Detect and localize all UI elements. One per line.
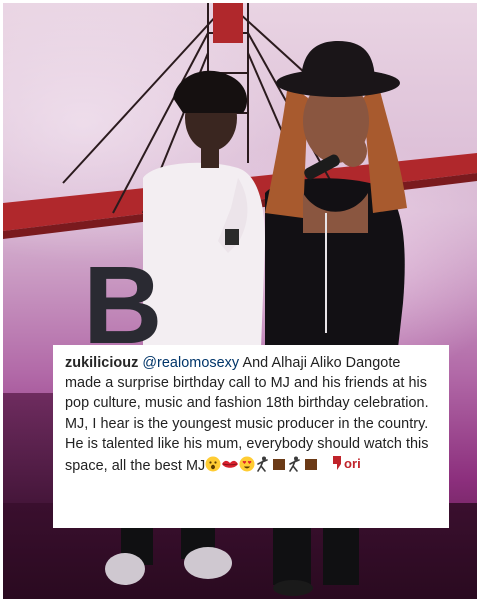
brown-square-emoji	[271, 456, 287, 472]
astonished-face-emoji	[205, 456, 221, 472]
person-left-neck	[201, 146, 219, 168]
dancer-emoji	[255, 456, 271, 472]
person-right-hand	[339, 135, 367, 167]
legs	[121, 525, 359, 585]
dancer-emoji	[287, 456, 303, 472]
heart-eyes-emoji	[239, 456, 255, 472]
comment-card: zukiliciouz @realomosexy And Alhaji Alik…	[53, 345, 449, 528]
person-right	[265, 41, 407, 348]
watermark-logo: ori	[331, 454, 371, 472]
brown-square-emoji	[303, 456, 319, 472]
person-left-wristband	[225, 229, 239, 245]
svg-text:ori: ori	[344, 456, 361, 471]
shoe-right	[184, 547, 232, 579]
person-right-hat-crown	[301, 41, 375, 83]
username[interactable]: zukiliciouz	[65, 355, 138, 371]
kiss-lips-emoji	[221, 456, 239, 472]
shoe-left	[105, 553, 145, 585]
comment-text: zukiliciouz @realomosexy And Alhaji Alik…	[65, 353, 437, 476]
person-right-hair	[265, 83, 308, 218]
mention[interactable]: @realomosexy	[142, 355, 239, 371]
shoe-heels	[273, 580, 313, 596]
photo: B zukiliciouz @realomosexy And Alhaji Al…	[3, 3, 477, 599]
emoji-row	[205, 456, 319, 474]
tower-red-accent	[213, 3, 243, 43]
